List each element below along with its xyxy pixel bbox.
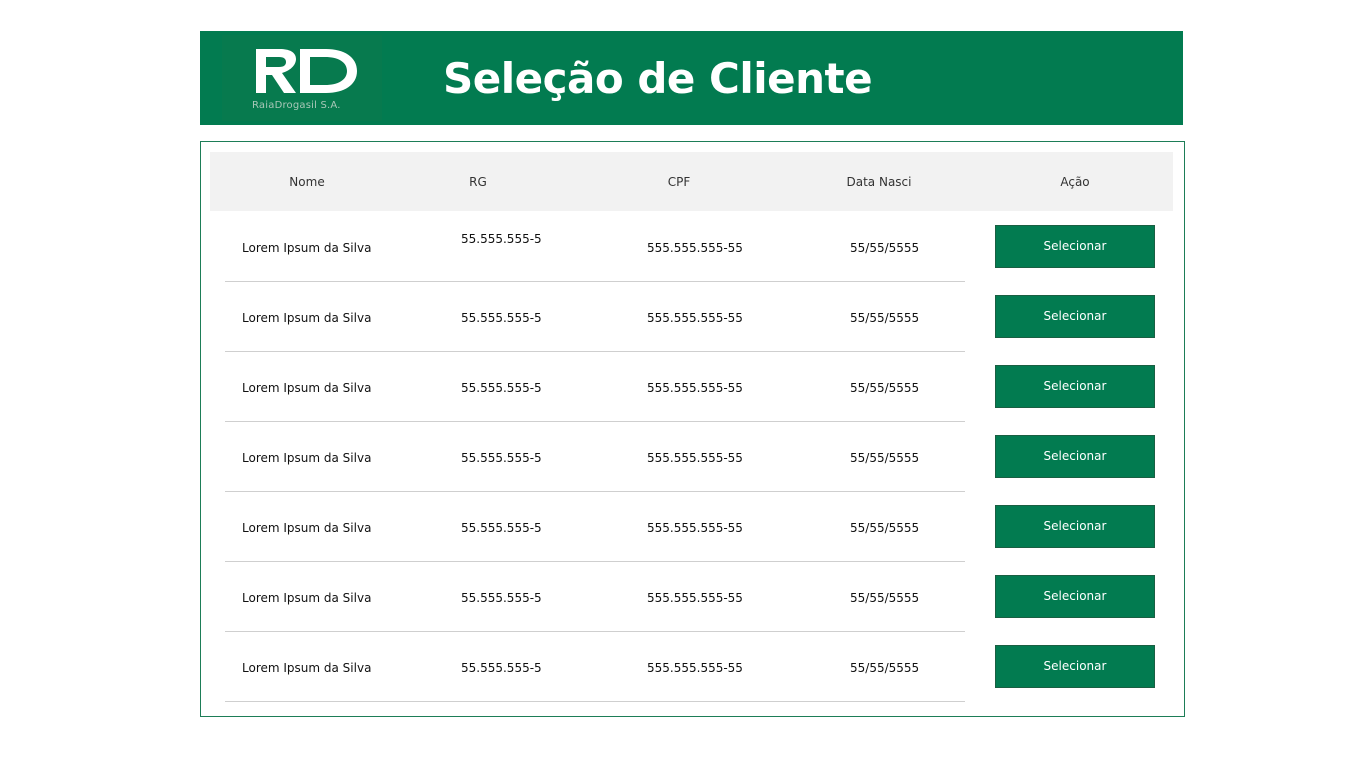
table-row: Lorem Ipsum da Silva 55.555.555-5 555.55… — [201, 633, 1184, 703]
cell-rg: 55.555.555-5 — [461, 661, 542, 675]
client-table-panel: Nome RG CPF Data Nasci Ação Lorem Ipsum … — [200, 141, 1185, 717]
select-client-button[interactable]: Selecionar — [995, 295, 1155, 338]
cell-data-nasci: 55/55/5555 — [850, 311, 920, 325]
column-header-nome: Nome — [289, 175, 325, 189]
row-divider — [225, 491, 965, 492]
cell-cpf: 555.555.555-55 — [647, 451, 743, 465]
cell-nome: Lorem Ipsum da Silva — [242, 451, 372, 465]
cell-rg: 55.555.555-5 — [461, 451, 542, 465]
row-divider — [225, 281, 965, 282]
cell-rg: 55.555.555-5 — [461, 232, 542, 246]
select-client-button[interactable]: Selecionar — [995, 365, 1155, 408]
cell-nome: Lorem Ipsum da Silva — [242, 311, 372, 325]
column-header-rg: RG — [469, 175, 487, 189]
row-divider — [225, 701, 965, 702]
column-header-acao: Ação — [1060, 175, 1090, 189]
cell-rg: 55.555.555-5 — [461, 311, 542, 325]
rd-logo: RaiaDrogasil S.A. — [222, 35, 382, 121]
select-client-button[interactable]: Selecionar — [995, 435, 1155, 478]
table-row: Lorem Ipsum da Silva 55.555.555-5 555.55… — [201, 283, 1184, 353]
cell-data-nasci: 55/55/5555 — [850, 521, 920, 535]
page-title: Seleção de Cliente — [443, 54, 873, 103]
cell-cpf: 555.555.555-55 — [647, 381, 743, 395]
cell-nome: Lorem Ipsum da Silva — [242, 591, 372, 605]
cell-data-nasci: 55/55/5555 — [850, 451, 920, 465]
table-row: Lorem Ipsum da Silva 55.555.555-5 555.55… — [201, 563, 1184, 633]
cell-rg: 55.555.555-5 — [461, 381, 542, 395]
table-row: Lorem Ipsum da Silva 55.555.555-5 555.55… — [201, 353, 1184, 423]
cell-nome: Lorem Ipsum da Silva — [242, 241, 372, 255]
table-row: Lorem Ipsum da Silva 55.555.555-5 555.55… — [201, 423, 1184, 493]
select-client-button[interactable]: Selecionar — [995, 225, 1155, 268]
cell-cpf: 555.555.555-55 — [647, 591, 743, 605]
cell-nome: Lorem Ipsum da Silva — [242, 521, 372, 535]
column-header-cpf: CPF — [667, 175, 691, 189]
cell-rg: 55.555.555-5 — [461, 591, 542, 605]
cell-nome: Lorem Ipsum da Silva — [242, 661, 372, 675]
table-header: Nome RG CPF Data Nasci Ação — [210, 152, 1173, 211]
row-divider — [225, 351, 965, 352]
select-client-button[interactable]: Selecionar — [995, 645, 1155, 688]
column-header-data-nasci: Data Nasci — [846, 175, 912, 189]
select-client-button[interactable]: Selecionar — [995, 575, 1155, 618]
cell-data-nasci: 55/55/5555 — [850, 241, 920, 255]
cell-data-nasci: 55/55/5555 — [850, 591, 920, 605]
row-divider — [225, 561, 965, 562]
cell-cpf: 555.555.555-55 — [647, 661, 743, 675]
table-row: Lorem Ipsum da Silva 55.555.555-5 555.55… — [201, 213, 1184, 283]
table-row: Lorem Ipsum da Silva 55.555.555-5 555.55… — [201, 493, 1184, 563]
cell-data-nasci: 55/55/5555 — [850, 381, 920, 395]
logo-caption: RaiaDrogasil S.A. — [252, 100, 341, 111]
cell-cpf: 555.555.555-55 — [647, 311, 743, 325]
page-header: RaiaDrogasil S.A. Seleção de Cliente — [200, 31, 1183, 125]
cell-cpf: 555.555.555-55 — [647, 521, 743, 535]
select-client-button[interactable]: Selecionar — [995, 505, 1155, 548]
row-divider — [225, 631, 965, 632]
cell-cpf: 555.555.555-55 — [647, 241, 743, 255]
cell-data-nasci: 55/55/5555 — [850, 661, 920, 675]
cell-nome: Lorem Ipsum da Silva — [242, 381, 372, 395]
row-divider — [225, 421, 965, 422]
cell-rg: 55.555.555-5 — [461, 521, 542, 535]
